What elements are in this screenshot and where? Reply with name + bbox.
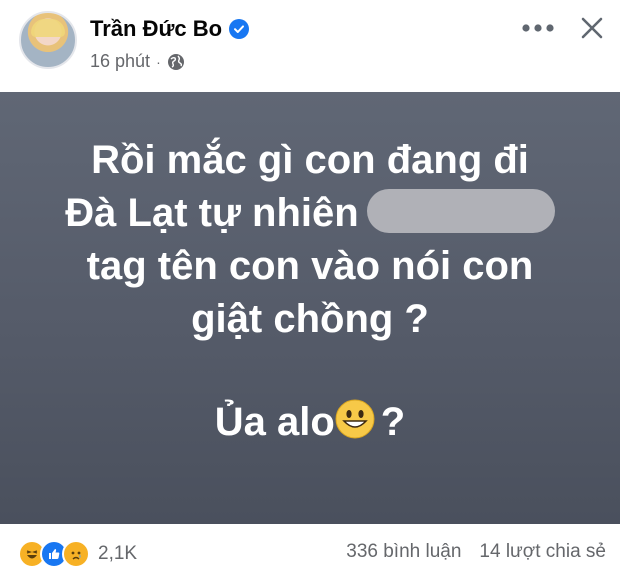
- verified-badge-icon: [229, 19, 250, 39]
- post-line-2-text: Đà Lạt tự nhiên: [65, 191, 359, 235]
- post-line-5-text: Ủa alo: [214, 400, 335, 444]
- reaction-count: 2,1K: [98, 543, 138, 564]
- post-line-2: Đà Lạt tự nhiên: [0, 187, 620, 240]
- post-header: Trần Đức Bo 16 phút ·: [0, 0, 620, 92]
- post-footer: 2,1K 336 bình luận 14 lượt chia sẻ: [0, 524, 620, 577]
- post-text: Rồi mắc gì con đang đi Đà Lạt tự nhiên t…: [0, 134, 620, 449]
- post-line-3: tag tên con vào nói con: [86, 244, 534, 288]
- avatar-hair: [31, 19, 65, 37]
- blurred-name: [366, 189, 555, 234]
- sad-icon: [62, 540, 90, 568]
- globe-icon: [167, 53, 184, 70]
- avatar[interactable]: [19, 11, 77, 69]
- post-meta: 16 phút ·: [90, 51, 185, 72]
- post-line-4: giật chồng ?: [191, 297, 429, 341]
- post-time[interactable]: 16 phút: [90, 51, 150, 72]
- comments-count[interactable]: 336 bình luận: [346, 541, 461, 563]
- author-row: Trần Đức Bo: [90, 16, 250, 42]
- post-line-1: Rồi mắc gì con đang đi: [91, 138, 529, 182]
- close-icon[interactable]: [572, 8, 612, 48]
- meta-separator: ·: [156, 53, 161, 70]
- post-text-card: Rồi mắc gì con đang đi Đà Lạt tự nhiên t…: [0, 92, 620, 524]
- post-stats: 336 bình luận 14 lượt chia sẻ: [346, 541, 606, 563]
- post-line-5: Ủa alo ?: [0, 396, 620, 449]
- shares-count[interactable]: 14 lượt chia sẻ: [479, 541, 606, 563]
- grinning-face-icon: [335, 399, 375, 439]
- more-options-icon[interactable]: [518, 8, 558, 48]
- post-spacer: [0, 346, 620, 396]
- author-name[interactable]: Trần Đức Bo: [90, 16, 222, 42]
- reactions-summary[interactable]: 2,1K: [18, 540, 137, 568]
- post-line-5-question: ?: [380, 400, 406, 444]
